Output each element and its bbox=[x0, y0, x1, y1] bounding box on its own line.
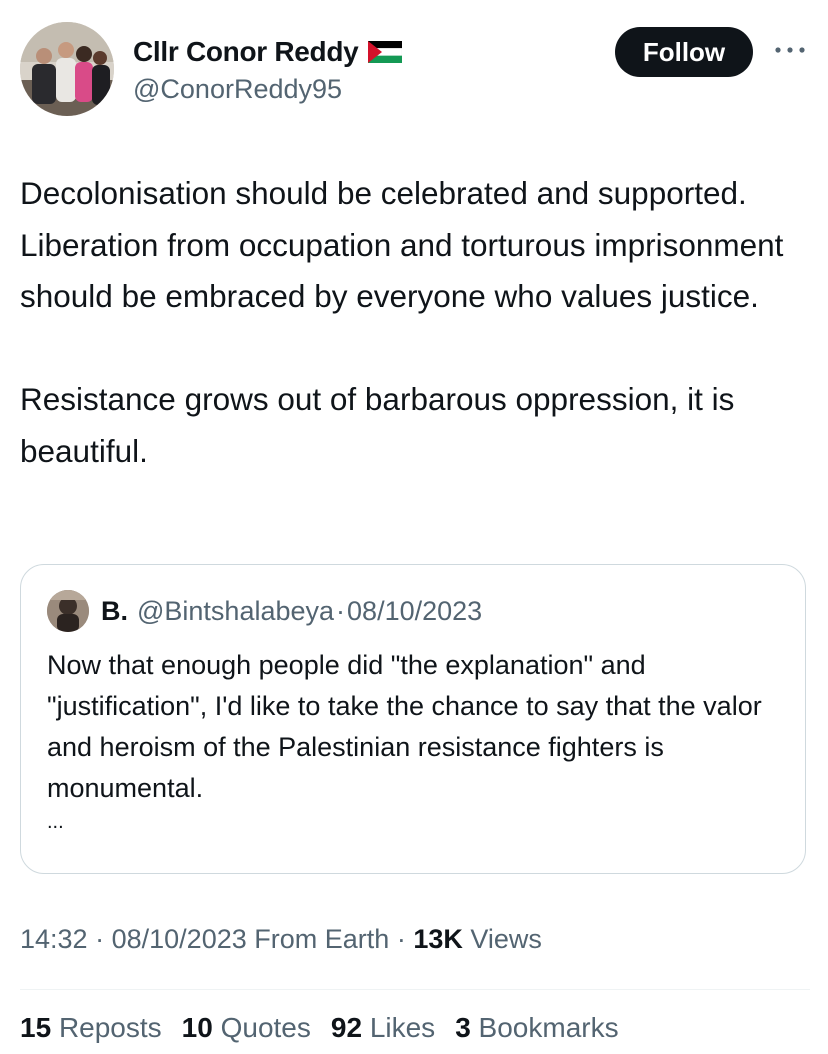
bookmarks-stat[interactable]: 3 Bookmarks bbox=[455, 1012, 618, 1044]
reposts-stat[interactable]: 15 Reposts bbox=[20, 1012, 162, 1044]
reposts-label: Reposts bbox=[58, 1012, 162, 1043]
quotes-label: Quotes bbox=[220, 1012, 311, 1043]
tweet-time[interactable]: 14:32 bbox=[20, 924, 88, 954]
quoted-tweet-date[interactable]: 08/10/2023 bbox=[347, 596, 482, 627]
author-handle[interactable]: @ConorReddy95 bbox=[133, 74, 342, 105]
more-dots-icon bbox=[775, 47, 805, 53]
author-avatar[interactable] bbox=[20, 22, 114, 116]
quoted-separator: · bbox=[336, 595, 346, 626]
bookmarks-count: 3 bbox=[455, 1012, 471, 1043]
engagement-stats: 15 Reposts 10 Quotes 92 Likes 3 Bookmark… bbox=[20, 1012, 639, 1044]
tweet-source: From Earth bbox=[254, 924, 390, 954]
tweet-paragraph: Decolonisation should be celebrated and … bbox=[20, 175, 784, 314]
quotes-count: 10 bbox=[181, 1012, 213, 1043]
quoted-tweet-text: Now that enough people did "the explanat… bbox=[47, 650, 762, 803]
author-name-row: Cllr Conor Reddy bbox=[133, 33, 403, 71]
likes-stat[interactable]: 92 Likes bbox=[331, 1012, 435, 1044]
divider bbox=[20, 989, 810, 990]
quoted-author-avatar[interactable] bbox=[47, 590, 89, 632]
likes-label: Likes bbox=[369, 1012, 436, 1043]
bookmarks-label: Bookmarks bbox=[478, 1012, 619, 1043]
quotes-stat[interactable]: 10 Quotes bbox=[182, 1012, 311, 1044]
quoted-author-name[interactable]: B. bbox=[101, 596, 128, 627]
tweet-date[interactable]: 08/10/2023 bbox=[112, 924, 247, 954]
quoted-author-handle[interactable]: @Bintshalabeya bbox=[137, 596, 334, 627]
quoted-avatar-photo bbox=[47, 590, 89, 632]
tweet-paragraph: Resistance grows out of barbarous oppres… bbox=[20, 381, 735, 469]
author-display-name[interactable]: Cllr Conor Reddy bbox=[133, 36, 359, 68]
quoted-tweet-card[interactable]: B. @Bintshalabeya · 08/10/2023 Now that … bbox=[20, 564, 806, 874]
follow-button[interactable]: Follow bbox=[615, 27, 753, 77]
quoted-tweet-ellipsis: ... bbox=[47, 811, 64, 833]
avatar-photo bbox=[20, 22, 114, 116]
reposts-count: 15 bbox=[20, 1012, 52, 1043]
meta-separator: · bbox=[95, 924, 105, 954]
palestine-flag-icon bbox=[368, 41, 403, 63]
tweet-meta: 14:32 · 08/10/2023 From Earth · 13K View… bbox=[20, 924, 542, 955]
views-count: 13K bbox=[413, 924, 463, 954]
likes-count: 92 bbox=[330, 1012, 363, 1043]
views-label: Views bbox=[470, 924, 542, 954]
tweet-text: Decolonisation should be celebrated and … bbox=[20, 168, 815, 477]
quoted-tweet-header: B. @Bintshalabeya · 08/10/2023 bbox=[47, 590, 482, 632]
more-options-button[interactable] bbox=[770, 38, 810, 62]
meta-separator: · bbox=[396, 924, 406, 954]
